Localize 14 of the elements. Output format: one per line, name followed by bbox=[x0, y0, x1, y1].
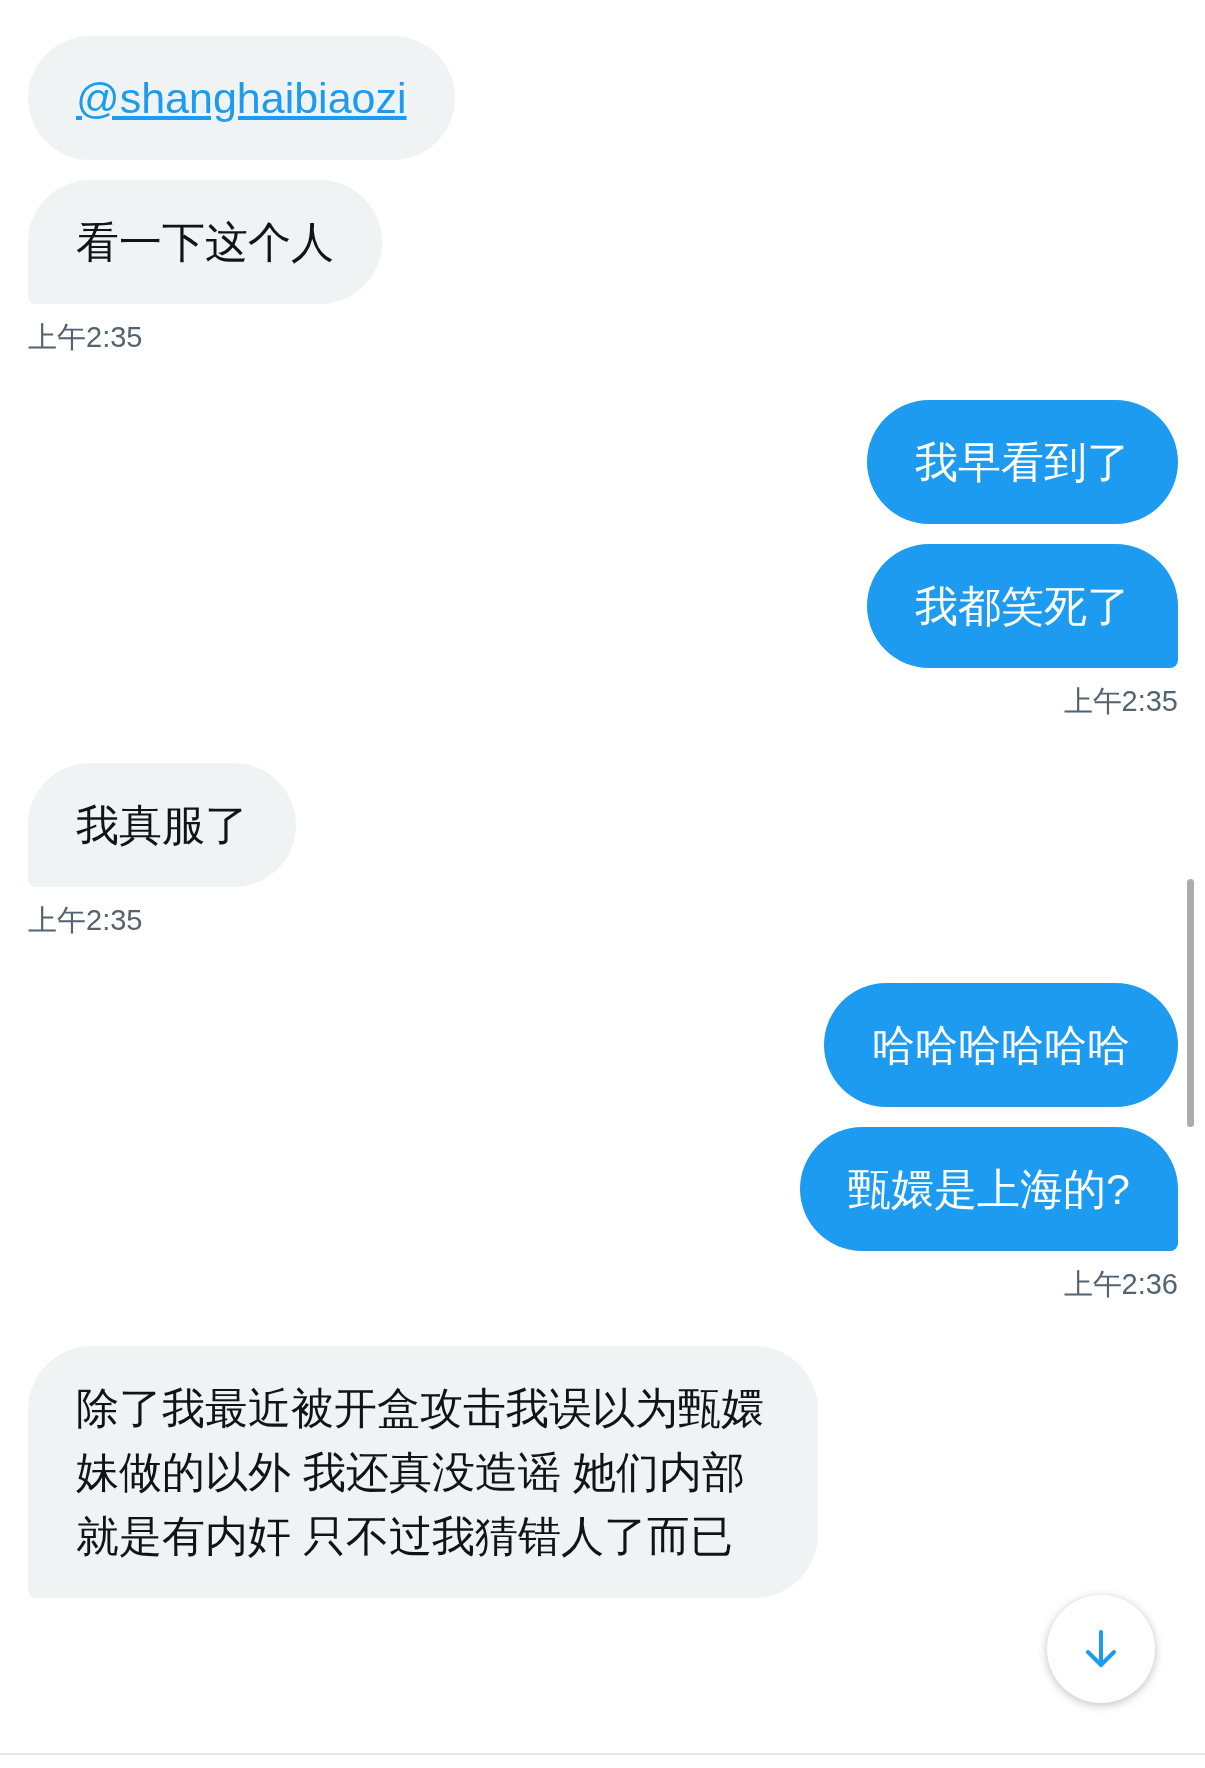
message-time: 上午2:35 bbox=[1063, 683, 1178, 719]
message-time: 上午2:35 bbox=[28, 903, 143, 938]
scrollbar[interactable] bbox=[1187, 879, 1194, 1127]
message-bubble: 除了我最近被开盒攻击我误以为甄嬛妹做的以外 我还真没造谣 她们内部就是有内奸 只不过我猜错人了而已 bbox=[28, 1346, 818, 1598]
message-time: 上午2:35 bbox=[28, 320, 143, 355]
scroll-down-button[interactable] bbox=[1047, 1595, 1155, 1703]
message-bubble: 哈哈哈哈哈哈 bbox=[824, 982, 1178, 1107]
message-bubble: 看一下这个人 bbox=[28, 180, 382, 304]
message-time: 上午2:36 bbox=[1063, 1266, 1178, 1302]
message-bubble: 甄嬛是上海的? bbox=[800, 1126, 1178, 1251]
mention-link[interactable]: @shanghaibiaozi bbox=[76, 74, 407, 122]
message-bubble: 我早看到了 bbox=[867, 399, 1178, 524]
message-bubble: 我都笑死了 bbox=[867, 543, 1178, 668]
message-bubble: 我真服了 bbox=[28, 763, 296, 887]
